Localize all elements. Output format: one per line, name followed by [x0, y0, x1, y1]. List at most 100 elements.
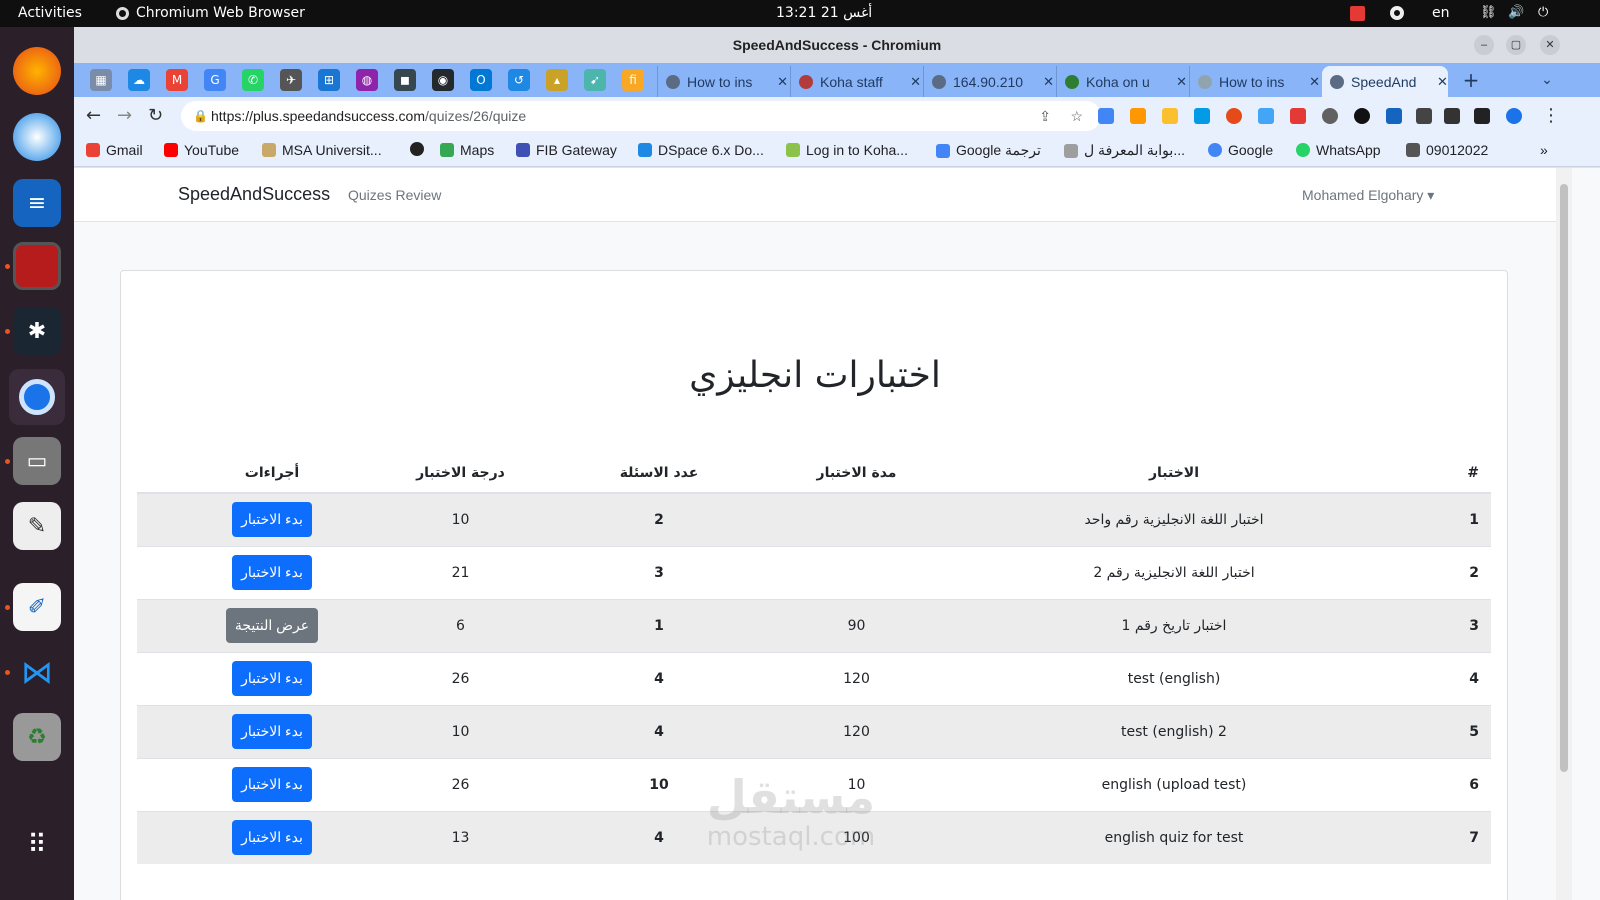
text-editor-icon[interactable]: ✐	[13, 583, 61, 631]
new-tab-button[interactable]: +	[1460, 68, 1482, 92]
thunderbird-icon[interactable]	[13, 113, 61, 161]
start-quiz-button[interactable]: بدء الاختبار	[232, 661, 312, 696]
tab-close-icon[interactable]: ✕	[1437, 74, 1448, 90]
forward-button[interactable]: →	[117, 105, 132, 126]
record-tray-icon[interactable]	[1390, 6, 1404, 20]
network-icon[interactable]: ⛓	[1480, 5, 1497, 20]
activities-button[interactable]: Activities	[18, 5, 82, 21]
refresh-extension-icon[interactable]	[1258, 108, 1274, 124]
maximize-button[interactable]: ▢	[1506, 35, 1526, 55]
bookmark-knowledge-portal[interactable]: بوابة المعرفة ل...	[1064, 142, 1185, 159]
bookmark-fib[interactable]: FIB Gateway	[516, 142, 617, 158]
vscode-icon[interactable]: ⋈	[13, 648, 61, 696]
dark-extension-icon[interactable]	[1354, 108, 1370, 124]
tab-how-to-install-2[interactable]: How to ins ✕	[1189, 66, 1320, 97]
pinned-tab-fi-icon[interactable]: fi	[622, 69, 644, 91]
pinned-tab-translate-icon[interactable]: G	[204, 69, 226, 91]
bookmarks-overflow-button[interactable]: »	[1540, 142, 1548, 158]
drop-extension-icon[interactable]	[1194, 108, 1210, 124]
profile-avatar-icon[interactable]	[1506, 108, 1522, 124]
pinned-tab-sync-icon[interactable]: ↺	[508, 69, 530, 91]
bookmark-folder[interactable]: 09012022	[1406, 142, 1488, 158]
app-menu-label[interactable]: Chromium Web Browser	[136, 5, 305, 21]
gear-extension-icon[interactable]	[1322, 108, 1338, 124]
pinned-tab-dark-icon[interactable]: ◼	[394, 69, 416, 91]
tab-speedandsuccess-active[interactable]: SpeedAnd ✕	[1322, 66, 1448, 97]
tab-close-icon[interactable]: ✕	[1043, 74, 1054, 90]
show-apps-icon[interactable]: ⠿	[13, 821, 61, 869]
pinned-tab-purple-icon[interactable]: ◍	[356, 69, 378, 91]
power-icon[interactable]: ⏻	[1538, 5, 1548, 20]
pinned-tab-dropbox-icon[interactable]: ▦	[90, 69, 112, 91]
exclaim-extension-icon[interactable]	[1290, 108, 1306, 124]
start-quiz-button[interactable]: بدء الاختبار	[232, 555, 312, 590]
gimp-icon[interactable]: ✎	[13, 502, 61, 550]
puzzle-extensions-icon[interactable]	[1416, 108, 1432, 124]
volume-icon[interactable]: 🔊	[1508, 5, 1524, 20]
translate-extension-icon[interactable]	[1098, 108, 1114, 124]
view-result-button[interactable]: عرض النتيجة	[225, 608, 319, 643]
media-control-icon[interactable]	[1444, 108, 1460, 124]
start-quiz-button[interactable]: بدء الاختبار	[232, 714, 312, 749]
pinned-tab-outlook-icon[interactable]: O	[470, 69, 492, 91]
site-brand-link[interactable]: SpeedAndSuccess	[178, 184, 330, 205]
reload-button[interactable]: ↻	[148, 105, 163, 126]
start-quiz-button[interactable]: بدء الاختبار	[232, 820, 312, 856]
address-bar[interactable]: 🔒 https://plus.speedandsuccess.com/quize…	[181, 101, 1101, 131]
firefox-icon[interactable]	[13, 47, 61, 95]
pinned-tab-github-icon[interactable]: ◉	[432, 69, 454, 91]
firefox-extension-icon[interactable]	[1226, 108, 1242, 124]
lightning-extension-icon[interactable]	[1162, 108, 1178, 124]
trash-icon[interactable]: ♻	[13, 713, 61, 761]
tab-koha-staff[interactable]: Koha staff ✕	[790, 66, 921, 97]
bookmark-globe[interactable]	[410, 142, 430, 156]
language-indicator[interactable]: en	[1432, 5, 1450, 21]
pinned-tab-plane-icon[interactable]: ✈	[280, 69, 302, 91]
scrollbar-thumb[interactable]	[1560, 184, 1568, 772]
start-quiz-button[interactable]: بدء الاختبار	[232, 502, 312, 538]
bookmark-google[interactable]: Google	[1208, 142, 1273, 158]
bookmark-whatsapp[interactable]: WhatsApp	[1296, 142, 1381, 158]
bookmark-dspace[interactable]: DSpace 6.x Do...	[638, 142, 764, 158]
share-icon[interactable]: ⇪	[1039, 101, 1051, 131]
close-window-button[interactable]: ✕	[1540, 35, 1560, 55]
pinned-tab-arrow-icon[interactable]: ➹	[584, 69, 606, 91]
bookmark-koha-login[interactable]: Log in to Koha...	[786, 142, 908, 158]
anydesk-tray-icon[interactable]	[1350, 6, 1365, 21]
tab-close-icon[interactable]: ✕	[1309, 74, 1320, 90]
bookmark-google-translate[interactable]: Google ترجمة	[936, 142, 1041, 159]
browser-menu-button[interactable]: ⋮	[1542, 105, 1560, 126]
tab-koha-on-ubuntu[interactable]: Koha on u ✕	[1056, 66, 1187, 97]
start-quiz-button[interactable]: بدء الاختبار	[232, 767, 312, 802]
tab-how-to-install-1[interactable]: How to ins ✕	[657, 66, 788, 97]
pinned-tab-yellow-icon[interactable]: ▴	[546, 69, 568, 91]
tab-close-icon[interactable]: ✕	[1176, 74, 1187, 90]
pinned-tab-onedrive-icon[interactable]: ☁	[128, 69, 150, 91]
bookmark-youtube[interactable]: YouTube	[164, 142, 239, 158]
side-panel-icon[interactable]	[1474, 108, 1490, 124]
snowflake-app-icon[interactable]: ✱	[13, 307, 61, 355]
tab-ip-address[interactable]: 164.90.210 ✕	[923, 66, 1054, 97]
clock[interactable]: أغس 21 13:21	[776, 5, 872, 21]
bookmark-msa[interactable]: MSA Universit...	[262, 142, 382, 158]
bookmark-star-icon[interactable]: ☆	[1070, 101, 1083, 131]
minimize-button[interactable]: –	[1474, 35, 1494, 55]
bookmark-maps[interactable]: Maps	[440, 142, 494, 158]
tab-search-button[interactable]: ⌄	[1536, 69, 1558, 91]
pinned-tab-grid-icon[interactable]: ⊞	[318, 69, 340, 91]
blue-extension-icon[interactable]	[1386, 108, 1402, 124]
nav-quizes-review[interactable]: Quizes Review	[348, 187, 441, 203]
back-button[interactable]: ←	[86, 105, 101, 126]
tab-close-icon[interactable]: ✕	[910, 74, 921, 90]
chromium-dock-icon[interactable]	[9, 369, 65, 425]
bookmark-gmail[interactable]: Gmail	[86, 142, 143, 158]
screen-recorder-icon[interactable]	[13, 242, 61, 290]
files-icon[interactable]: ▭	[13, 437, 61, 485]
writer-icon[interactable]: ≡	[13, 179, 61, 227]
tab-close-icon[interactable]: ✕	[777, 74, 788, 90]
pinned-tab-whatsapp-icon[interactable]: ✆	[242, 69, 264, 91]
pinned-tab-gmail-icon[interactable]: M	[166, 69, 188, 91]
rss-extension-icon[interactable]	[1130, 108, 1146, 124]
user-dropdown[interactable]: Mohamed Elgohary ▾	[1302, 187, 1434, 204]
page-scrollbar[interactable]	[1556, 168, 1572, 900]
